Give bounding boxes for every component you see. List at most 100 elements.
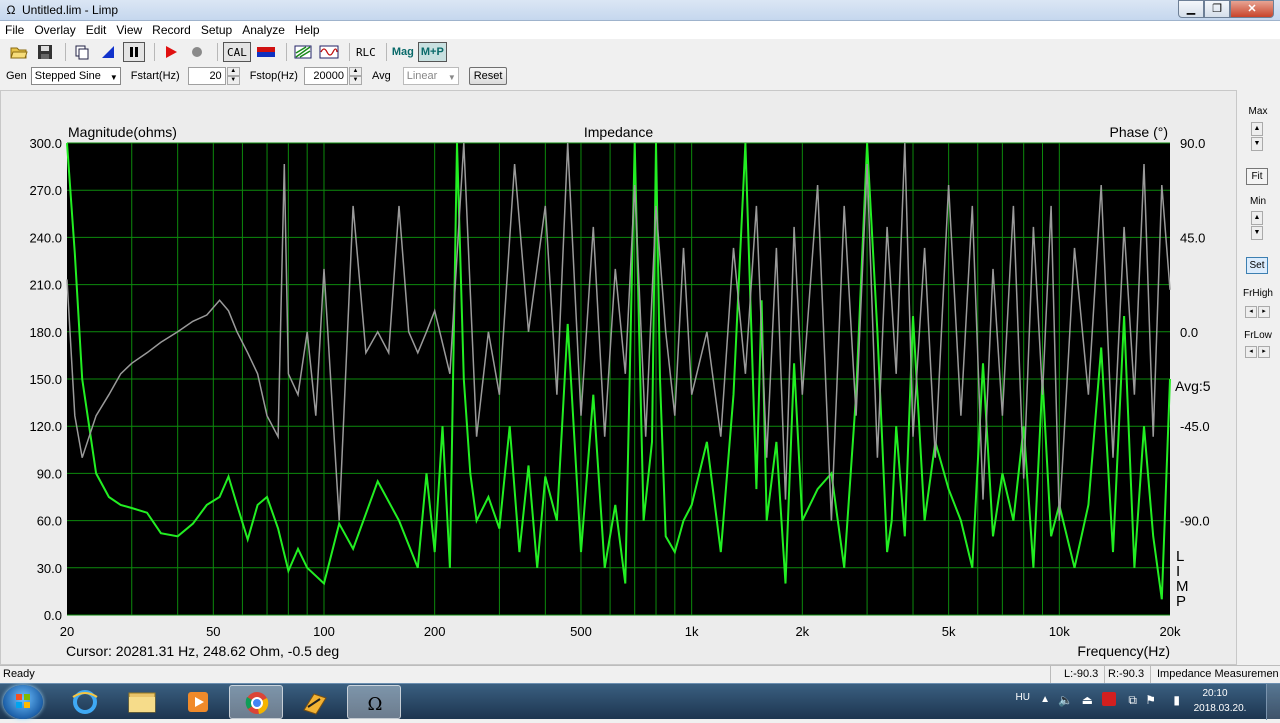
frlow-right-button[interactable]: ▸ xyxy=(1258,346,1270,358)
status-right-level: R:-90.3 xyxy=(1108,668,1145,680)
menu-analyze[interactable]: Analyze xyxy=(237,21,290,39)
min-down-button[interactable]: ▼ xyxy=(1251,226,1263,240)
avg-select[interactable]: Linear ▼ xyxy=(402,67,459,85)
menu-help[interactable]: Help xyxy=(290,21,325,39)
y2-tick-label: -90.0 xyxy=(1180,514,1210,529)
fstop-input[interactable]: 20000 xyxy=(303,67,348,85)
network-icon[interactable]: ⧉ xyxy=(1128,693,1137,708)
scale-panel: Max ▲ ▼ Fit Min ▲ ▼ Set FrHigh ◂ ▸ FrLow… xyxy=(1240,90,1280,665)
avg-select-value: Linear xyxy=(406,70,438,82)
play-icon[interactable] xyxy=(160,42,182,62)
frhigh-right-button[interactable]: ▸ xyxy=(1258,306,1270,318)
status-divider xyxy=(1050,666,1051,683)
set-button[interactable]: Set xyxy=(1246,257,1268,274)
toolbar: CAL RLC Mag M+P xyxy=(0,40,1280,64)
close-button[interactable]: ✕ xyxy=(1230,0,1274,18)
menu-overlay[interactable]: Overlay xyxy=(29,21,80,39)
x-tick-label: 2k xyxy=(795,624,809,639)
rlc-button[interactable]: RLC xyxy=(355,42,377,62)
y2-axis-title: Phase (°) xyxy=(1109,124,1168,140)
fstop-spinner[interactable]: ▲ ▼ xyxy=(348,67,362,85)
y-tick-label: 0.0 xyxy=(44,608,62,623)
frlow-left-button[interactable]: ◂ xyxy=(1245,346,1257,358)
pause-button[interactable] xyxy=(123,42,145,62)
frhigh-left-button[interactable]: ◂ xyxy=(1245,306,1257,318)
language-indicator[interactable]: HU xyxy=(1016,692,1030,703)
omega-icon: Ω xyxy=(6,3,16,17)
max-up-button[interactable]: ▲ xyxy=(1251,122,1263,136)
average-label: Avg:5 xyxy=(1175,378,1211,394)
file-explorer-icon[interactable] xyxy=(115,685,169,719)
y-tick-label: 210.0 xyxy=(29,278,62,293)
minimize-button[interactable]: ▁ xyxy=(1178,0,1204,18)
y-tick-label: 300.0 xyxy=(29,136,62,151)
show-desktop-button[interactable] xyxy=(1266,684,1280,720)
status-left-level: L:-90.3 xyxy=(1064,668,1099,680)
clock-time[interactable]: 20:10 xyxy=(1190,688,1240,699)
min-up-button[interactable]: ▲ xyxy=(1251,211,1263,225)
reset-button[interactable]: Reset xyxy=(468,67,508,85)
x-tick-label: 20 xyxy=(60,624,74,639)
status-divider xyxy=(1150,666,1151,683)
sweep-icon[interactable] xyxy=(292,42,314,62)
chevron-down-icon: ▼ xyxy=(447,73,456,82)
restore-button[interactable]: ❐ xyxy=(1204,0,1230,18)
speaker-icon[interactable]: 🔈 xyxy=(1058,693,1073,707)
media-player-icon[interactable] xyxy=(172,685,226,719)
signal-icon[interactable]: ▮ xyxy=(1173,693,1180,707)
taskbar: Ω HU ▲ 🔈 ⏏ ⧉ ⚑ ▮ 20:10 2018.03.20. xyxy=(0,683,1280,720)
open-folder-icon[interactable] xyxy=(8,42,30,62)
antivirus-icon[interactable] xyxy=(1102,692,1116,706)
svg-text:Ω: Ω xyxy=(368,694,383,715)
y-tick-label: 90.0 xyxy=(37,466,62,481)
toolbar-divider xyxy=(348,43,350,61)
generator-select-value: Stepped Sine xyxy=(34,70,101,82)
y-tick-label: 30.0 xyxy=(37,561,62,576)
y2-tick-label: 90.0 xyxy=(1180,136,1205,151)
clock-date[interactable]: 2018.03.20. xyxy=(1190,703,1250,714)
fstart-input[interactable]: 20 xyxy=(187,67,226,85)
x-tick-label: 100 xyxy=(313,624,335,639)
gen-label: Gen xyxy=(6,70,27,82)
generator-select[interactable]: Stepped Sine ▼ xyxy=(30,67,121,85)
y-tick-label: 60.0 xyxy=(37,514,62,529)
menu-file[interactable]: File xyxy=(0,21,29,39)
audio-app-icon[interactable] xyxy=(288,685,342,719)
x-tick-label: 200 xyxy=(424,624,446,639)
mag-button[interactable]: Mag xyxy=(392,42,414,62)
frlow-label: FrLow xyxy=(1244,330,1272,341)
internet-explorer-icon[interactable] xyxy=(58,685,112,719)
limp-taskbar-icon[interactable]: Ω xyxy=(347,685,401,719)
y-axis-title: Magnitude(ohms) xyxy=(68,124,177,140)
menu-view[interactable]: View xyxy=(111,21,147,39)
mag-phase-button[interactable]: M+P xyxy=(417,42,447,62)
calibration-icon[interactable] xyxy=(255,42,277,62)
waveform-icon[interactable] xyxy=(318,42,340,62)
chrome-icon[interactable] xyxy=(229,685,283,719)
menu-setup[interactable]: Setup xyxy=(196,21,237,39)
menu-record[interactable]: Record xyxy=(147,21,196,39)
impedance-chart[interactable]: 300.0 270.0 240.0 210.0 180.0 150.0 120.0 90.0 6… xyxy=(1,91,1238,666)
flag-icon[interactable]: ⚑ xyxy=(1145,693,1156,707)
generator-settings: Gen Stepped Sine ▼ Fstart(Hz) 20 ▲ ▼ Fsto… xyxy=(0,64,1280,88)
windows-start-icon[interactable] xyxy=(3,685,43,719)
menu-edit[interactable]: Edit xyxy=(81,21,112,39)
copy-icon[interactable] xyxy=(71,42,93,62)
usb-icon[interactable]: ⏏ xyxy=(1082,693,1093,707)
fit-button[interactable]: Fit xyxy=(1246,168,1268,185)
marker-icon[interactable] xyxy=(97,42,119,62)
status-bar: Ready L:-90.3 R:-90.3 Impedance Measurem… xyxy=(0,665,1280,683)
plot-panel: 300.0 270.0 240.0 210.0 180.0 150.0 120.0 90.0 6… xyxy=(0,90,1237,665)
x-axis-title: Frequency(Hz) xyxy=(1077,643,1170,659)
menu-bar: File Overlay Edit View Record Setup Anal… xyxy=(0,21,1280,39)
y-tick-label: 240.0 xyxy=(29,230,62,245)
show-hidden-icons-icon[interactable]: ▲ xyxy=(1040,694,1050,705)
chart-title: Impedance xyxy=(584,124,653,140)
record-icon[interactable] xyxy=(186,42,208,62)
status-ready: Ready xyxy=(3,668,35,680)
max-down-button[interactable]: ▼ xyxy=(1251,137,1263,151)
save-icon[interactable] xyxy=(34,42,56,62)
toolbar-divider xyxy=(217,43,218,61)
cal-button[interactable]: CAL xyxy=(223,42,251,62)
fstart-spinner[interactable]: ▲ ▼ xyxy=(226,67,240,85)
